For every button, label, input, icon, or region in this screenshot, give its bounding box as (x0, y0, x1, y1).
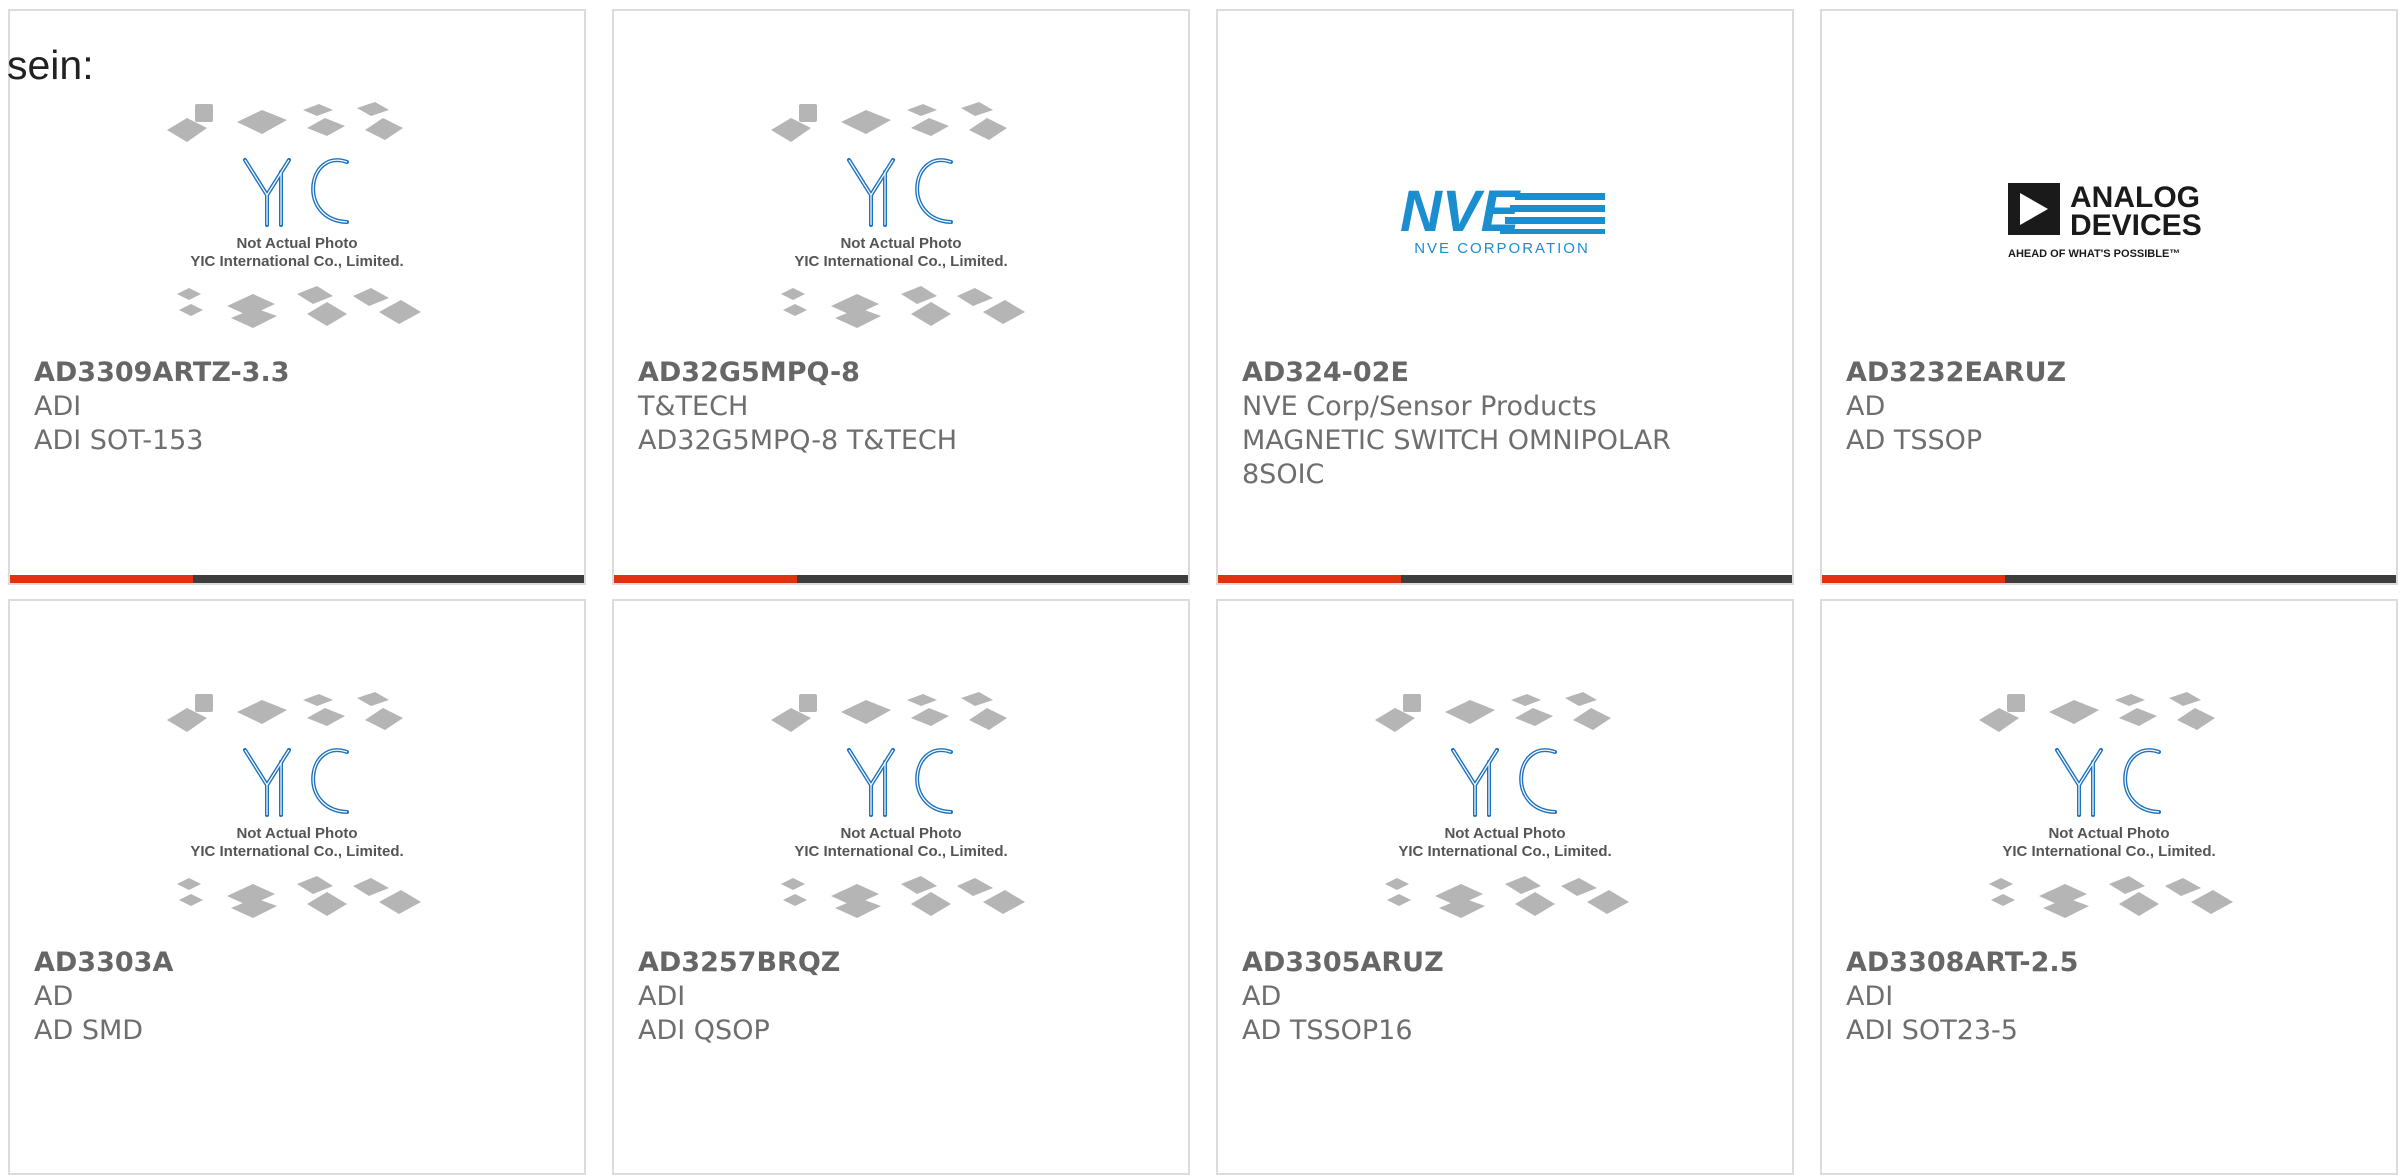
product-part-link[interactable]: AD32G5MPQ-8 (638, 356, 1164, 390)
product-description: ADI SOT-153 (34, 425, 204, 456)
card-bottom-bar (1822, 575, 2396, 583)
product-description: AD32G5MPQ-8 T&TECH (638, 425, 958, 456)
product-description: AD TSSOP (1846, 425, 1983, 456)
product-part-link[interactable]: AD3303A (34, 946, 560, 980)
product-card[interactable]: Not Actual Photo YIC International Co., … (612, 9, 1190, 585)
product-image-placeholder[interactable]: Not Actual Photo YIC International Co., … (1218, 685, 1792, 945)
product-description: AD TSSOP16 (1242, 1015, 1413, 1046)
card-bottom-bar (1218, 575, 1792, 583)
card-bottom-bar (10, 575, 584, 583)
product-description: MAGNETIC SWITCH OMNIPOLAR 8SOIC (1242, 425, 1671, 490)
nve-logo-subtitle: NVE CORPORATION (1414, 240, 1590, 257)
placeholder-caption-line1: Not Actual Photo (2048, 825, 2169, 842)
placeholder-caption-line1: Not Actual Photo (1444, 825, 1565, 842)
nve-logo-mark: NVE (1400, 179, 1522, 244)
product-brand: AD (34, 981, 74, 1012)
placeholder-caption-line2: YIC International Co., Limited. (794, 253, 1007, 270)
placeholder-caption-line1: Not Actual Photo (236, 825, 357, 842)
placeholder-caption-line2: YIC International Co., Limited. (1398, 843, 1611, 860)
product-brand: ADI (1846, 981, 1894, 1012)
product-part-link[interactable]: AD3309ARTZ-3.3 (34, 356, 560, 390)
product-card[interactable]: Not Actual Photo YIC International Co., … (1820, 599, 2398, 1175)
product-image-placeholder[interactable]: Not Actual Photo YIC International Co., … (614, 95, 1188, 355)
product-brand: ADI (34, 391, 82, 422)
product-description: AD SMD (34, 1015, 144, 1046)
product-part-link[interactable]: AD3305ARUZ (1242, 946, 1768, 980)
product-card[interactable]: Not Actual Photo YIC International Co., … (1216, 599, 1794, 1175)
product-brand: T&TECH (638, 391, 749, 422)
placeholder-caption-line2: YIC International Co., Limited. (794, 843, 1007, 860)
placeholder-caption-line1: Not Actual Photo (236, 235, 357, 252)
product-brand: AD (1846, 391, 1886, 422)
product-card[interactable]: Not Actual Photo YIC International Co., … (8, 9, 586, 585)
product-image-placeholder[interactable]: Not Actual Photo YIC International Co., … (1822, 685, 2396, 945)
product-card[interactable]: Not Actual Photo YIC International Co., … (8, 599, 586, 1175)
product-image-placeholder[interactable]: Not Actual Photo YIC International Co., … (10, 685, 584, 945)
card-bottom-bar (614, 575, 1188, 583)
placeholder-caption-line2: YIC International Co., Limited. (2002, 843, 2215, 860)
placeholder-caption-line2: YIC International Co., Limited. (190, 843, 403, 860)
placeholder-caption-line1: Not Actual Photo (840, 825, 961, 842)
product-part-link[interactable]: AD3308ART-2.5 (1846, 946, 2372, 980)
product-description: ADI SOT23-5 (1846, 1015, 2018, 1046)
nve-logo-image[interactable]: NVE NVE CORPORATION (1218, 95, 1792, 355)
analog-devices-logo-image[interactable]: ANALOG DEVICES AHEAD OF WHAT'S POSSIBLE™ (1822, 95, 2396, 355)
placeholder-caption-line1: Not Actual Photo (840, 235, 961, 252)
intro-text: sein: (7, 42, 94, 88)
placeholder-caption-line2: YIC International Co., Limited. (190, 253, 403, 270)
adi-logo-line2: DEVICES (2070, 209, 2202, 242)
product-image-placeholder[interactable]: Not Actual Photo YIC International Co., … (614, 685, 1188, 945)
product-card[interactable]: Not Actual Photo YIC International Co., … (612, 599, 1190, 1175)
product-card[interactable]: ANALOG DEVICES AHEAD OF WHAT'S POSSIBLE™… (1820, 9, 2398, 585)
product-description: ADI QSOP (638, 1015, 770, 1046)
product-part-link[interactable]: AD3257BRQZ (638, 946, 1164, 980)
product-part-link[interactable]: AD324-02E (1242, 356, 1768, 390)
adi-logo-tagline: AHEAD OF WHAT'S POSSIBLE™ (2008, 248, 2180, 260)
product-brand: ADI (638, 981, 686, 1012)
product-part-link[interactable]: AD3232EARUZ (1846, 356, 2372, 390)
product-brand: NVE Corp/Sensor Products (1242, 391, 1597, 422)
product-brand: AD (1242, 981, 1282, 1012)
product-image-placeholder[interactable]: Not Actual Photo YIC International Co., … (10, 95, 584, 355)
product-card[interactable]: NVE NVE CORPORATION AD324-02E NVE Corp/S… (1216, 9, 1794, 585)
